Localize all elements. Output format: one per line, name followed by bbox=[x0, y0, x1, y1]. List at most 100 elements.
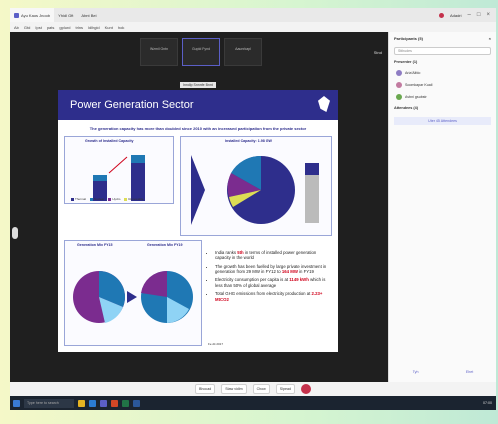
legend-item: Renewable bbox=[124, 197, 143, 201]
close-icon[interactable]: × bbox=[489, 36, 491, 41]
bar-segment bbox=[131, 155, 145, 163]
avatar bbox=[396, 70, 402, 76]
fact-item: Electricity consumption per capita is at… bbox=[215, 277, 330, 288]
window-controls: Adadri – □ × bbox=[438, 12, 496, 18]
teams-window: Ayu Kaos Jnoob Yhidl Gft Abnt Bei Adadri… bbox=[10, 8, 496, 410]
windows-taskbar: Type here to search 07:00 bbox=[10, 396, 496, 410]
teams-icon bbox=[14, 12, 19, 18]
menu-item[interactable]: trlns bbox=[76, 25, 84, 30]
close-button[interactable]: × bbox=[486, 12, 490, 18]
capacity-growth-panel: Growth of Installed Capacity Thermal Nuc… bbox=[64, 136, 174, 204]
taskbar-search[interactable]: Type here to search bbox=[24, 398, 74, 408]
bar-segment bbox=[131, 163, 145, 201]
tab-3-label: Abnt Bei bbox=[81, 12, 97, 18]
participant-name: Avbni gsubstr bbox=[405, 95, 427, 99]
legend-swatch bbox=[124, 197, 128, 201]
participants-search[interactable]: Stthudes bbox=[394, 47, 491, 55]
legend-item: Thermal bbox=[71, 197, 86, 201]
participant-name: Ariz/Alfdo bbox=[405, 71, 421, 75]
windows-start-icon[interactable] bbox=[13, 399, 20, 407]
legend-label: Nuclear bbox=[94, 197, 105, 201]
menu-item[interactable]: Ipst bbox=[35, 25, 41, 30]
participants-header: Participants (5) × bbox=[389, 32, 496, 45]
camera-button[interactable]: Staw vidlm bbox=[221, 384, 247, 394]
slide-footer: Fe dit 2017 bbox=[208, 342, 224, 346]
avatar bbox=[396, 82, 402, 88]
clock[interactable]: 07:00 bbox=[483, 401, 496, 405]
video-tile[interactable]: Aaunrkapl bbox=[224, 38, 262, 66]
legend-swatch bbox=[90, 197, 94, 201]
share-button[interactable]: Stnd bbox=[374, 50, 382, 55]
menu-item[interactable]: gplurd bbox=[59, 25, 70, 30]
meeting-stage: Wzmil Gntn Gupld Fynd Aaunrkapl Stnd Inn… bbox=[10, 32, 388, 382]
maximize-button[interactable]: □ bbox=[477, 12, 481, 18]
meeting-toolbar: Bhocad Staw vidlm Chow Slpead bbox=[10, 382, 496, 396]
panel-title: Generation Mix FY19 bbox=[147, 243, 183, 247]
menu-bar: Ab Gtd Ipst pats gplurd trlns ldlhgid Ku… bbox=[10, 22, 496, 32]
more-button[interactable]: Slpead bbox=[275, 384, 295, 394]
bar-chart bbox=[93, 155, 145, 201]
edge-icon[interactable] bbox=[89, 399, 96, 407]
panel-action[interactable]: Tyh bbox=[413, 370, 419, 374]
legend-label: Hydro bbox=[112, 197, 121, 201]
participant-row[interactable]: Avbni gsubstr bbox=[389, 91, 496, 103]
attendees-section[interactable]: Attendees (4) bbox=[389, 103, 496, 113]
share-screen-button[interactable]: Chow bbox=[252, 384, 270, 394]
participants-panel: Participants (5) × Stthudes Presenter (1… bbox=[388, 32, 496, 382]
slide-title: Power Generation Sector bbox=[70, 99, 194, 111]
legend-label: Thermal bbox=[75, 197, 87, 201]
legend-item: Nuclear bbox=[90, 197, 104, 201]
panel-title: Generation Mix FY15 bbox=[77, 243, 113, 247]
mic-button[interactable]: Bhocad bbox=[195, 384, 216, 394]
participant-row[interactable]: Soomkapar Kuail bbox=[389, 79, 496, 91]
panel-title: Installed Capacity: 1.98 GW bbox=[225, 139, 272, 143]
video-tile[interactable]: Gupld Fynd bbox=[182, 38, 220, 66]
teams-icon[interactable] bbox=[100, 399, 107, 407]
fact-text: Total GHG emissions from electricity pro… bbox=[215, 291, 312, 297]
menu-item[interactable]: Ab bbox=[14, 25, 19, 30]
chevron-icon bbox=[191, 155, 205, 225]
title-bar: Ayu Kaos Jnoob Yhidl Gft Abnt Bei Adadri… bbox=[10, 8, 496, 22]
tab-3[interactable]: Abnt Bei bbox=[77, 8, 100, 22]
powerpoint-icon[interactable] bbox=[111, 399, 118, 407]
menu-item[interactable]: Gtd bbox=[24, 25, 30, 30]
leave-call-button[interactable] bbox=[300, 384, 311, 394]
growth-arrow bbox=[108, 156, 128, 174]
panel-action[interactable]: Ehet bbox=[466, 370, 473, 374]
fact-item: Total GHG emissions from electricity pro… bbox=[215, 291, 330, 302]
panel-title: Growth of Installed Capacity bbox=[85, 139, 134, 143]
menu-item[interactable]: pats bbox=[47, 25, 55, 30]
tab-2-label: Yhidl Gft bbox=[58, 12, 74, 18]
fact-text: in FY19 bbox=[297, 269, 314, 275]
bar-segment bbox=[93, 175, 107, 181]
word-icon[interactable] bbox=[133, 399, 140, 407]
menu-item[interactable]: Kunt bbox=[105, 25, 113, 30]
participant-row[interactable]: Ariz/Alfdo bbox=[389, 67, 496, 79]
excel-icon[interactable] bbox=[122, 399, 129, 407]
fact-item: The growth has been fuelled by large pri… bbox=[215, 264, 330, 275]
tab-meeting[interactable]: Ayu Kaos Jnoob bbox=[10, 8, 55, 22]
legend-label: Renewable bbox=[128, 197, 144, 201]
splitter-handle[interactable] bbox=[12, 227, 18, 239]
folder-icon[interactable] bbox=[78, 399, 85, 407]
fact-highlight: 1149 kWh bbox=[289, 277, 309, 283]
stacked-bar bbox=[305, 175, 319, 223]
legend-item: Hydro bbox=[108, 197, 120, 201]
arrow-icon bbox=[127, 291, 137, 303]
presenter-tag: Inndlp Snnnfe Bnnt bbox=[180, 82, 216, 88]
fact-highlight: 164 MW bbox=[281, 269, 298, 275]
view-attendees-link[interactable]: Uter 45 Attendees bbox=[394, 117, 491, 125]
participants-title: Participants (5) bbox=[394, 36, 423, 41]
video-tile[interactable]: Wzmil Gntn bbox=[140, 38, 178, 66]
menu-item[interactable]: ldlhgid bbox=[88, 25, 100, 30]
key-facts-list: India ranks 5th in terms of installed po… bbox=[208, 250, 330, 305]
menu-item[interactable]: hok bbox=[118, 25, 124, 30]
fact-item: India ranks 5th in terms of installed po… bbox=[215, 250, 330, 261]
installed-capacity-panel: Installed Capacity: 1.98 GW bbox=[180, 136, 332, 236]
presenters-section[interactable]: Presenter (1) bbox=[389, 57, 496, 67]
fact-text: India ranks bbox=[215, 250, 238, 255]
stacked-bar-top bbox=[305, 163, 319, 175]
user-name[interactable]: Adadri bbox=[450, 13, 462, 18]
tab-2[interactable]: Yhidl Gft bbox=[54, 8, 77, 22]
minimize-button[interactable]: – bbox=[468, 12, 471, 18]
